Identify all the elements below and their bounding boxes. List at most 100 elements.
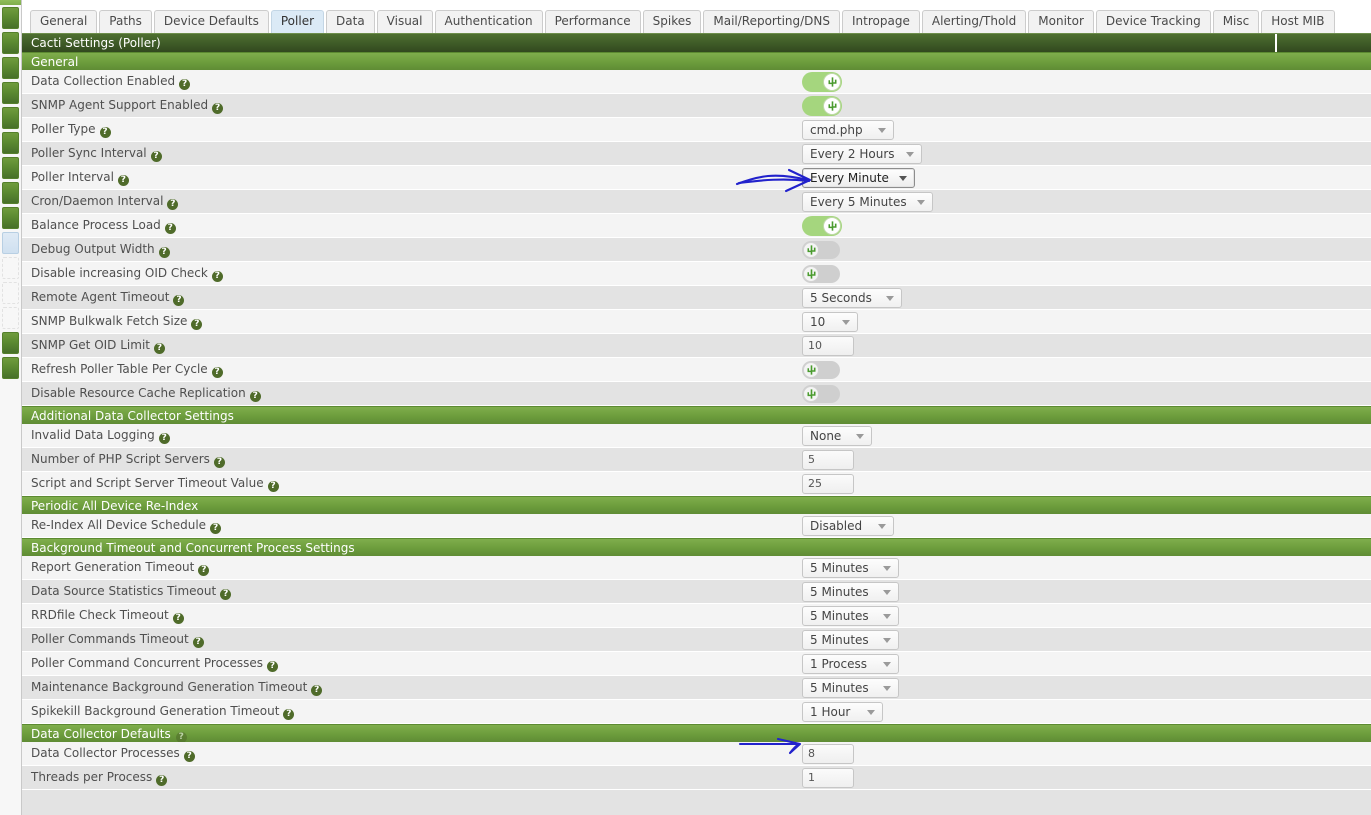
tab-spikes[interactable]: Spikes [642,10,702,33]
sidebar-block-10[interactable] [2,257,19,279]
tab-intropage[interactable]: Intropage [842,10,920,33]
tab-poller[interactable]: Poller [270,10,325,33]
setting-label-text: Poller Interval [31,169,114,184]
dropdown-select[interactable]: 1 Hour [802,701,883,722]
tab-device-defaults[interactable]: Device Defaults [153,10,269,33]
help-icon[interactable]: ? [150,150,162,162]
help-icon[interactable]: ? [192,636,204,648]
help-icon[interactable]: ? [267,480,279,492]
help-icon[interactable]: ? [211,366,223,378]
dropdown-select[interactable]: 5 Minutes [802,581,899,602]
sidebar-block-6[interactable] [2,157,19,179]
help-icon[interactable]: ? [158,246,170,258]
sidebar-block-7[interactable] [2,182,19,204]
text-input[interactable] [802,335,854,356]
setting-control [802,240,1371,259]
toggle-switch[interactable] [802,384,840,403]
help-icon[interactable]: ? [117,174,129,186]
toggle-knob [823,216,841,235]
tab-data[interactable]: Data [326,10,375,33]
dropdown-select[interactable]: cmd.php [802,119,894,140]
dropdown-select[interactable]: Every 2 Hours [802,143,922,164]
sidebar-block-14[interactable] [2,357,19,379]
dropdown-select[interactable]: 5 Seconds [802,287,902,308]
help-icon[interactable]: ? [220,588,232,600]
sidebar-block-11[interactable] [2,282,19,304]
help-icon[interactable]: ? [183,750,195,762]
help-icon[interactable]: ? [210,522,222,534]
dropdown-select[interactable]: Every Minute [802,167,915,188]
help-icon[interactable]: ? [283,708,295,720]
text-input[interactable] [802,767,854,788]
help-icon[interactable]: ? [158,432,170,444]
toggle-switch[interactable] [802,264,840,283]
help-icon[interactable]: ? [164,222,176,234]
dropdown-select[interactable]: Every 5 Minutes [802,191,933,212]
sidebar-block-12[interactable] [2,307,19,329]
sidebar-block-9[interactable] [2,232,19,254]
dropdown-select[interactable]: 5 Minutes [802,677,899,698]
text-input[interactable] [802,449,854,470]
dropdown-select[interactable]: 1 Process [802,653,899,674]
sidebar-block-0[interactable] [2,7,19,29]
sidebar-block-4[interactable] [2,107,19,129]
setting-label-text: Poller Type [31,121,96,136]
tab-monitor[interactable]: Monitor [1028,10,1094,33]
help-icon[interactable]: ? [191,318,203,330]
help-icon[interactable]: ? [211,270,223,282]
help-icon[interactable]: ? [172,612,184,624]
dropdown-select[interactable]: Disabled [802,515,894,536]
tab-misc[interactable]: Misc [1212,10,1260,33]
tab-authentication[interactable]: Authentication [434,10,543,33]
toggle-switch[interactable] [802,215,842,236]
sidebar-block-2[interactable] [2,57,19,79]
chevron-down-icon [883,661,891,667]
toggle-switch[interactable] [802,95,842,116]
dropdown-select[interactable]: 5 Minutes [802,605,899,626]
tab-host-mib[interactable]: Host MIB [1261,10,1335,33]
tab-general[interactable]: General [30,10,98,33]
help-icon[interactable]: ? [173,294,185,306]
tab-visual[interactable]: Visual [376,10,433,33]
help-icon[interactable]: ? [179,78,191,90]
help-icon[interactable]: ? [154,342,165,354]
toggle-switch[interactable] [802,240,840,259]
help-icon[interactable]: ? [198,564,210,576]
help-icon[interactable]: ? [99,126,111,138]
cactus-icon [807,268,815,279]
help-icon[interactable]: ? [212,102,224,114]
tab-alerting-thold[interactable]: Alerting/Thold [921,10,1027,33]
setting-label-text: Cron/Daemon Interval [31,193,164,208]
tab-device-tracking[interactable]: Device Tracking [1095,10,1211,33]
setting-control [802,360,1371,379]
sidebar-block-3[interactable] [2,82,19,104]
text-input[interactable] [802,473,854,494]
help-icon[interactable]: ? [156,774,168,786]
tab-performance[interactable]: Performance [544,10,641,33]
help-icon[interactable]: ? [249,390,261,402]
sidebar-block-1[interactable] [2,32,19,54]
dropdown-select[interactable]: 5 Minutes [802,629,899,650]
dropdown-select[interactable]: 5 Minutes [802,557,899,578]
text-input[interactable] [802,743,854,764]
help-icon[interactable]: ? [167,198,179,210]
sidebar-block-8[interactable] [2,207,19,229]
sidebar-menu-blocks [0,7,21,379]
help-icon[interactable]: ? [213,456,225,468]
help-icon[interactable]: ? [267,660,279,672]
dropdown-value: None [810,428,842,443]
settings-row: Poller Sync Interval? Every 2 Hours [22,142,1371,166]
section-header: Background Timeout and Concurrent Proces… [22,538,1371,556]
sidebar-block-5[interactable] [2,132,19,154]
help-icon[interactable]: ? [311,684,323,696]
setting-control: 10 [802,311,1371,332]
tab-paths[interactable]: Paths [99,10,152,33]
sidebar-block-13[interactable] [2,332,19,354]
dropdown-select[interactable]: 10 [802,311,858,332]
toggle-switch[interactable] [802,360,840,379]
dropdown-value: Every 2 Hours [810,146,895,161]
toggle-switch[interactable] [802,71,842,92]
dropdown-select[interactable]: None [802,425,872,446]
tab-mail-reporting-dns[interactable]: Mail/Reporting/DNS [703,10,841,33]
setting-label: Poller Interval? [22,170,802,186]
